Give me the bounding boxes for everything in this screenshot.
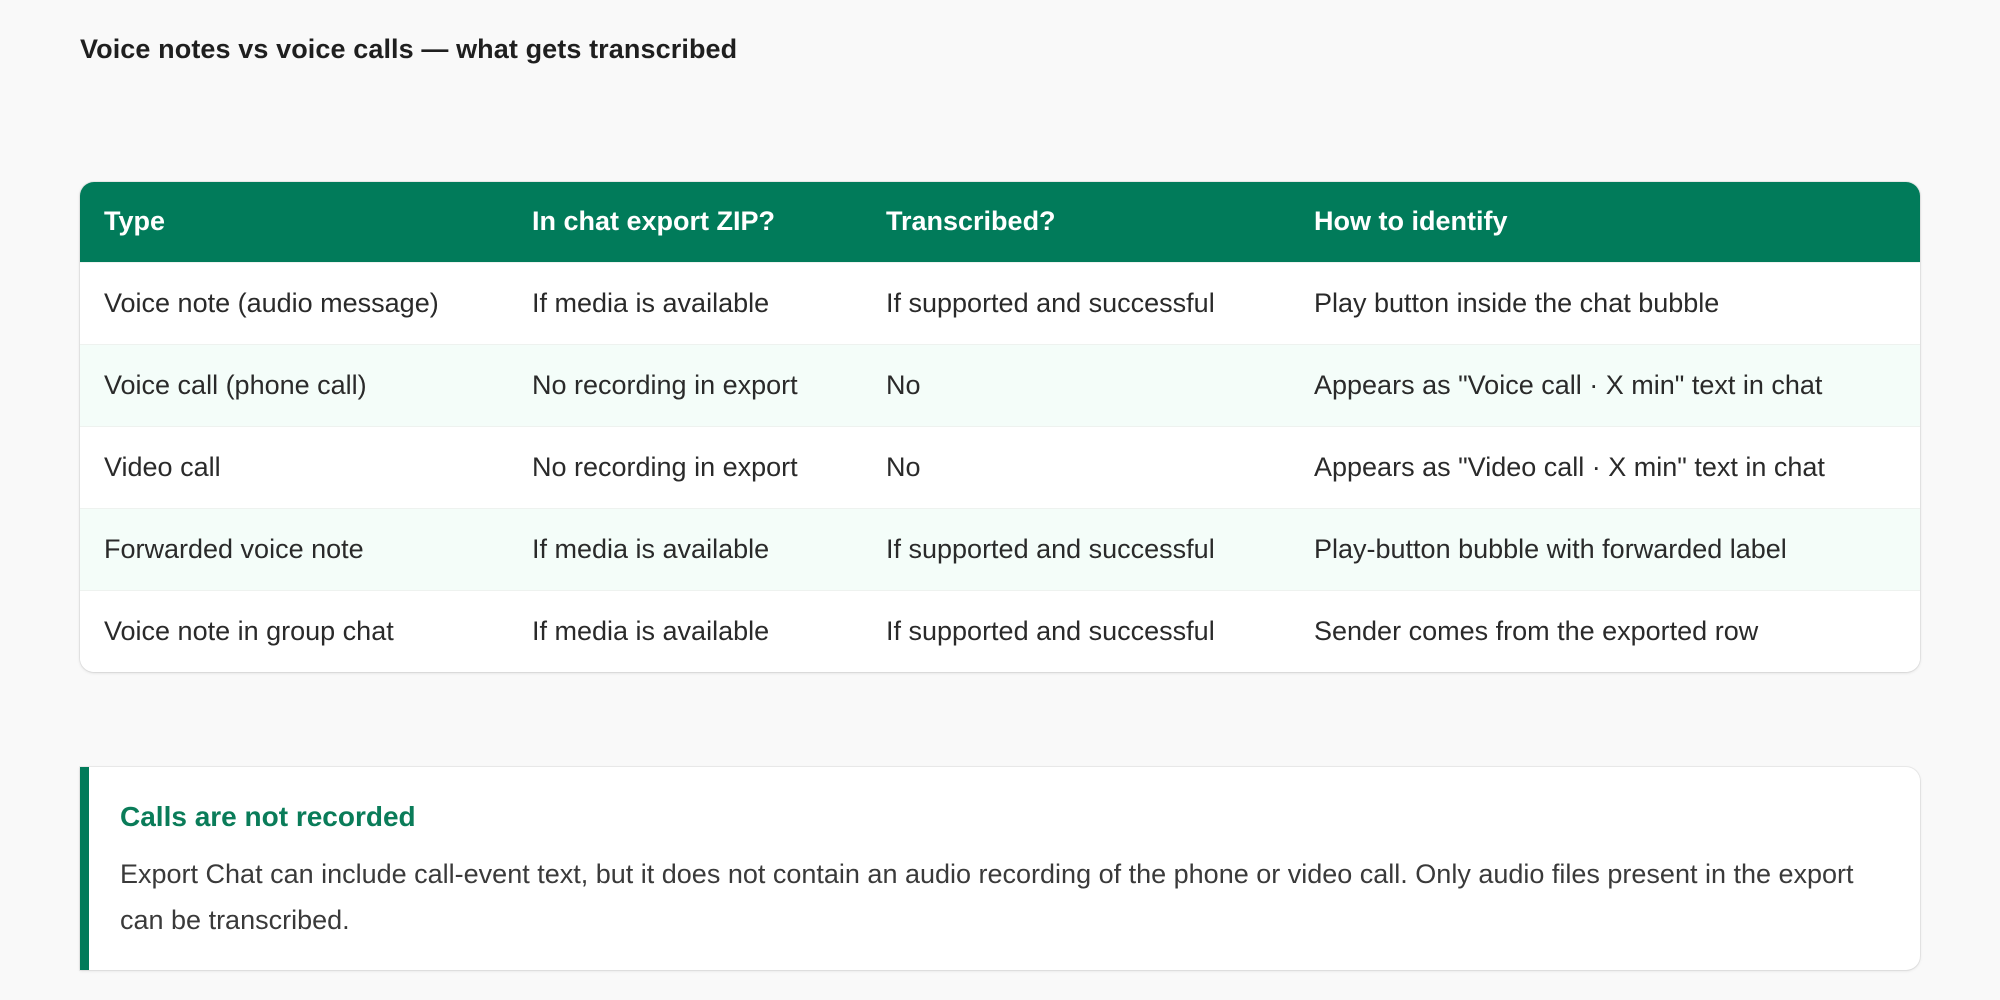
column-header-transcribed: Transcribed? [886,206,1056,237]
cell-transcribed: If supported and successful [886,287,1215,318]
transcription-table-card: Type In chat export ZIP? Transcribed? Ho… [80,182,1920,672]
cell-how-to-identify: Appears as "Video call · X min" text in … [1314,451,1825,482]
cell-how-to-identify: Play button inside the chat bubble [1314,287,1720,318]
cell-type: Voice note in group chat [104,615,394,646]
cell-in-export: No recording in export [532,369,798,400]
calls-not-recorded-callout: Calls are not recorded Export Chat can i… [80,767,1920,970]
cell-transcribed: If supported and successful [886,533,1215,564]
table-row: Forwarded voice note If media is availab… [80,508,1920,590]
callout-title: Calls are not recorded [120,801,416,832]
cell-type: Video call [104,451,221,482]
page-title: Voice notes vs voice calls — what gets t… [80,34,738,64]
table-row: Voice note in group chat If media is ava… [80,590,1920,672]
cell-type: Forwarded voice note [104,533,364,564]
cell-how-to-identify: Play-button bubble with forwarded label [1314,533,1787,564]
column-header-in-export: In chat export ZIP? [532,206,776,237]
table-row: Voice call (phone call) No recording in … [80,344,1920,426]
cell-in-export: If media is available [532,615,770,646]
callout-body: Export Chat can include call-event text,… [120,859,1854,935]
cell-how-to-identify: Appears as "Voice call · X min" text in … [1314,369,1823,400]
table-row: Video call No recording in export No App… [80,426,1920,508]
table-header-row: Type In chat export ZIP? Transcribed? Ho… [80,182,1920,262]
cell-in-export: If media is available [532,287,770,318]
cell-transcribed: If supported and successful [886,615,1215,646]
column-header-type: Type [104,206,166,237]
cell-how-to-identify: Sender comes from the exported row [1314,615,1759,646]
cell-type: Voice note (audio message) [104,287,439,318]
cell-transcribed: No [886,369,921,400]
table-row: Voice note (audio message) If media is a… [80,262,1920,344]
callout-accent-bar [80,767,89,970]
column-header-how-to-identify: How to identify [1314,206,1508,237]
cell-in-export: If media is available [532,533,770,564]
cell-type: Voice call (phone call) [104,369,367,400]
transcription-table: Type In chat export ZIP? Transcribed? Ho… [80,182,1920,672]
cell-in-export: No recording in export [532,451,798,482]
cell-transcribed: No [886,451,921,482]
